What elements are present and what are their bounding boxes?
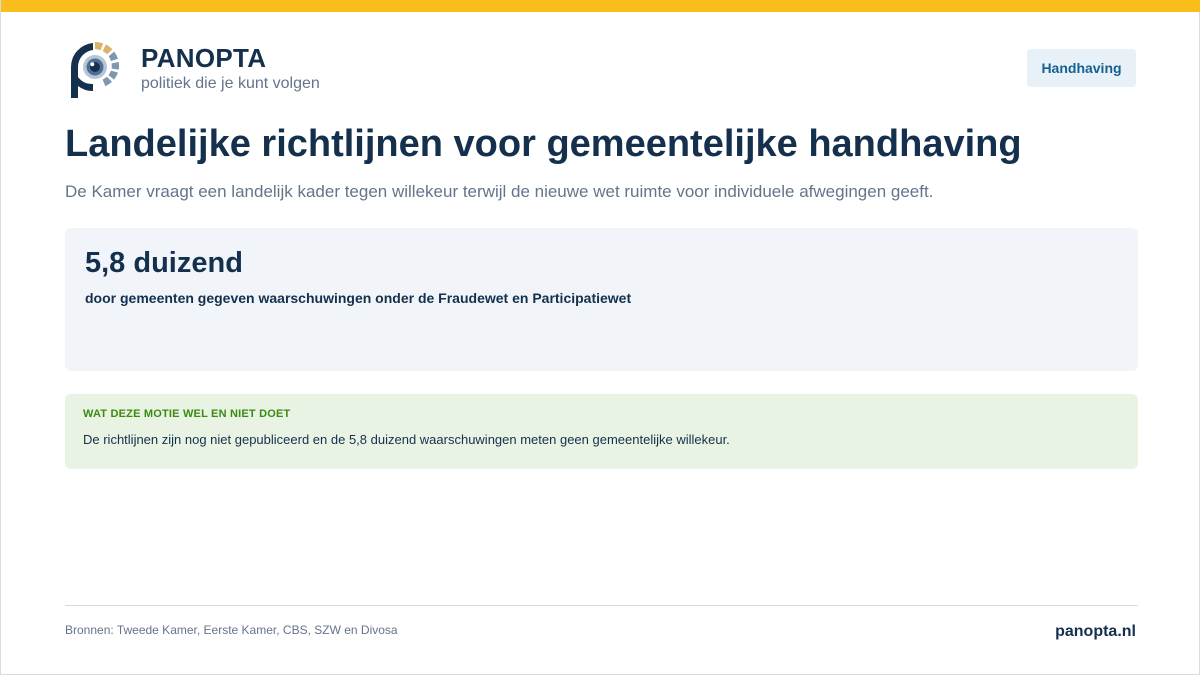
stat-value: 5,8 duizend bbox=[85, 247, 243, 279]
accent-top-bar bbox=[1, 0, 1200, 12]
footer-site-name: panopta.nl bbox=[1055, 623, 1136, 640]
brand-name: PANOPTA bbox=[141, 43, 267, 73]
footer-sources: Bronnen: Tweede Kamer, Eerste Kamer, CBS… bbox=[65, 623, 398, 637]
motion-note-card: WAT DEZE MOTIE WEL EN NIET DOET De richt… bbox=[65, 394, 1138, 469]
page-title: Landelijke richtlijnen voor gemeentelijk… bbox=[65, 123, 1022, 165]
stat-card: 5,8 duizend door gemeenten gegeven waars… bbox=[65, 228, 1138, 371]
page-subtitle: De Kamer vraagt een landelijk kader tege… bbox=[65, 182, 934, 201]
panopta-eye-logo-icon bbox=[70, 41, 120, 98]
brand-tagline: politiek die je kunt volgen bbox=[141, 75, 320, 92]
topic-badge: Handhaving bbox=[1027, 49, 1136, 87]
stat-label: door gemeenten gegeven waarschuwingen on… bbox=[85, 290, 632, 306]
share-card: PANOPTA politiek die je kunt volgen Hand… bbox=[0, 0, 1200, 675]
footer-divider bbox=[65, 605, 1138, 606]
note-title: WAT DEZE MOTIE WEL EN NIET DOET bbox=[83, 408, 291, 420]
note-text: De richtlijnen zijn nog niet gepubliceer… bbox=[83, 432, 730, 447]
